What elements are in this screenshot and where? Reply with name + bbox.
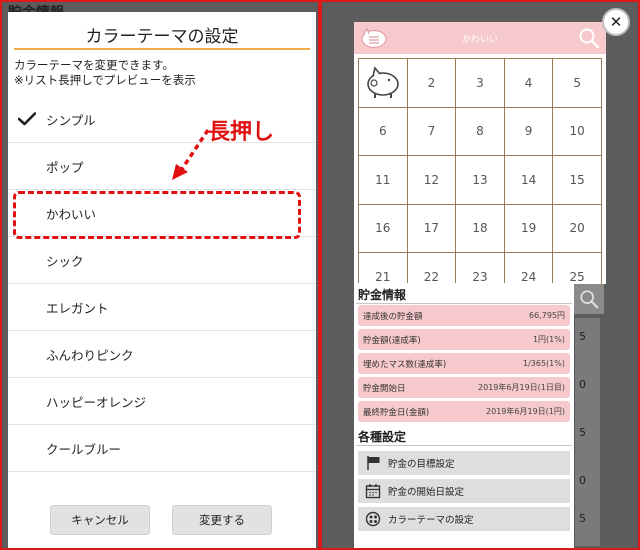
background-grid-peek: 5 0 5 0 5 [574, 318, 600, 546]
theme-item-cool-blue[interactable]: クールブルー [8, 425, 316, 472]
theme-label: ふんわりピンク [46, 347, 134, 363]
theme-label: シンプル [46, 112, 96, 128]
dialog-description: カラーテーマを変更できます。 ※リスト長押しでプレビューを表示 [14, 58, 196, 87]
savings-info-heading: 貯金情報 [358, 288, 407, 302]
grid-cell[interactable]: 2 [407, 59, 457, 108]
grid-cell[interactable]: 5 [553, 59, 602, 108]
goal-flag-icon [358, 455, 388, 471]
grid-cell-piggy[interactable] [359, 59, 408, 108]
savings-info-panel: 貯金情報 達成後の貯金額 66,795円 貯金額(達成率) 1円(1%) 埋めた… [354, 283, 574, 548]
theme-item-soft-pink[interactable]: ふんわりピンク [8, 331, 316, 378]
theme-item-happy-orange[interactable]: ハッピーオレンジ [8, 378, 316, 425]
grid-cell[interactable]: 14 [504, 156, 554, 205]
theme-preview-calendar: かわいい 2 3 4 5 6 7 8 9 10 11 12 13 14 15 1… [354, 22, 606, 302]
long-press-annotation: 長押し [208, 120, 275, 145]
theme-label: シック [46, 253, 84, 269]
setting-start-date[interactable]: 貯金の開始日設定 [358, 479, 570, 503]
grid-cell[interactable]: 19 [504, 204, 554, 253]
dialog-title: カラーテーマの設定 [85, 27, 239, 47]
piggy-bank-icon [366, 66, 399, 98]
grid-cell[interactable]: 15 [553, 156, 602, 205]
savings-grid: 2 3 4 5 6 7 8 9 10 11 12 13 14 15 16 17 … [358, 58, 602, 302]
annotation-arrow-icon [172, 129, 210, 180]
color-theme-dialog: カラーテーマの設定 カラーテーマを変更できます。 ※リスト長押しでプレビューを表… [8, 12, 316, 548]
preview-title: かわいい [461, 34, 498, 45]
grid-cell[interactable]: 12 [407, 156, 457, 205]
grid-cell[interactable]: 6 [359, 107, 408, 156]
grid-cell[interactable]: 11 [359, 156, 408, 205]
grid-cell[interactable]: 20 [553, 204, 602, 253]
setting-color-theme[interactable]: カラーテーマの設定 [358, 507, 570, 531]
info-row-last-date: 最終貯金日(金額) 2019年6月19日(1円) [358, 401, 570, 422]
grid-cell[interactable]: 8 [456, 107, 505, 156]
theme-label: クールブルー [46, 441, 122, 457]
theme-item-elegant[interactable]: エレガント [8, 284, 316, 331]
theme-item-chic[interactable]: シック [8, 237, 316, 284]
background-search-icon [574, 284, 604, 314]
theme-label: ハッピーオレンジ [46, 394, 147, 410]
piggy-menu-icon[interactable] [360, 27, 388, 53]
change-button[interactable]: 変更する [172, 505, 272, 535]
theme-item-pop[interactable]: ポップ [8, 143, 316, 190]
theme-label: ポップ [46, 159, 84, 175]
grid-cell[interactable]: 3 [456, 59, 505, 108]
grid-cell[interactable]: 4 [504, 59, 554, 108]
grid-cell[interactable]: 7 [407, 107, 457, 156]
grid-cell[interactable]: 10 [553, 107, 602, 156]
grid-cell[interactable]: 9 [504, 107, 554, 156]
settings-heading: 各種設定 [358, 430, 407, 444]
close-icon: ✕ [609, 13, 623, 31]
info-row-start-date: 貯金開始日 2019年6月19日(1日目) [358, 377, 570, 398]
info-row-filled-cells: 埋めたマス数(達成率) 1/365(1%) [358, 353, 570, 374]
grid-cell[interactable]: 16 [359, 204, 408, 253]
title-underline [14, 48, 310, 50]
search-icon[interactable] [578, 27, 600, 53]
close-preview-button[interactable]: ✕ [602, 8, 630, 36]
long-press-highlight-box [13, 191, 301, 239]
info-row-target-amount: 達成後の貯金額 66,795円 [358, 305, 570, 326]
grid-cell[interactable]: 13 [456, 156, 505, 205]
theme-label: エレガント [46, 300, 109, 316]
grid-cell[interactable]: 17 [407, 204, 457, 253]
checkmark-icon [8, 112, 46, 126]
palette-icon [358, 511, 388, 527]
calendar-icon [358, 483, 388, 499]
setting-goal[interactable]: 貯金の目標設定 [358, 451, 570, 475]
grid-cell[interactable]: 18 [456, 204, 505, 253]
preview-header: かわいい [354, 22, 606, 54]
cancel-button[interactable]: キャンセル [50, 505, 150, 535]
info-row-saved-amount: 貯金額(達成率) 1円(1%) [358, 329, 570, 350]
